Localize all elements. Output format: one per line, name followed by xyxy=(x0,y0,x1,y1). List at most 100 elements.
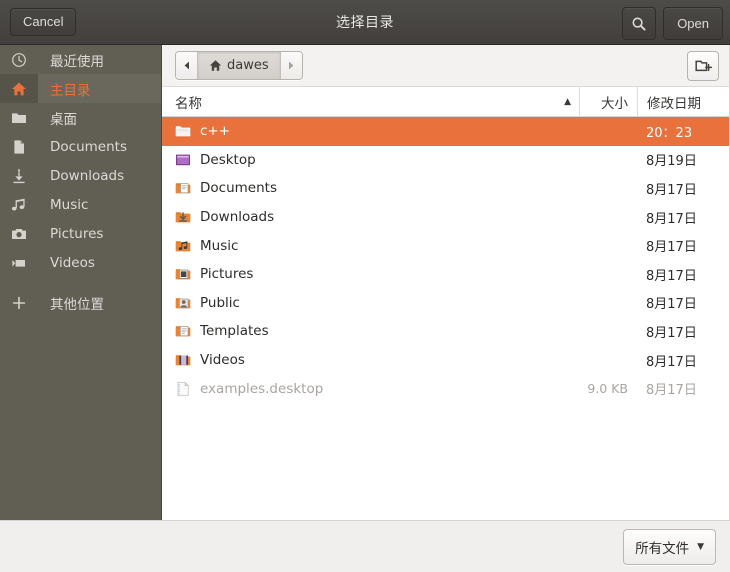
new-folder-icon xyxy=(694,60,712,71)
folder-icon xyxy=(12,112,26,123)
file-browser-pane: dawes 名称 ▲ 大小 修改日期 c++ 20：23 Desktop 8月1… xyxy=(162,45,730,520)
search-icon xyxy=(632,16,646,31)
file-row[interactable]: Public 8月17日 xyxy=(162,289,729,318)
chevron-right-icon xyxy=(289,61,294,70)
places-sidebar: 最近使用 主目录 桌面 Documents Downloads Music Pi… xyxy=(0,45,162,520)
file-list[interactable]: c++ 20：23 Desktop 8月19日 Documents 8月17日 Downlo… xyxy=(162,117,729,520)
breadcrumb: dawes xyxy=(175,51,303,80)
chevron-left-icon xyxy=(184,61,189,70)
file-row[interactable]: Documents 8月17日 xyxy=(162,174,729,203)
sidebar-item-label: Documents xyxy=(50,138,127,155)
camera-icon xyxy=(12,228,26,239)
sidebar-item-desktop[interactable]: 桌面 xyxy=(0,103,161,132)
sidebar-item-documents[interactable]: Documents xyxy=(0,132,161,161)
music-note-icon xyxy=(11,198,25,210)
folder-videos-icon xyxy=(175,355,191,366)
sidebar-item-label: 桌面 xyxy=(50,111,77,128)
create-folder-button[interactable] xyxy=(687,50,719,81)
file-name-label: Documents xyxy=(200,180,277,197)
file-modified-cell: 20：23 xyxy=(646,125,693,141)
file-size-cell: 9.0 KB xyxy=(587,381,628,397)
file-name-cell: Public xyxy=(162,295,570,311)
file-modified-cell: 8月19日 xyxy=(646,154,697,170)
file-name-cell: Desktop xyxy=(162,152,570,168)
column-header-size-label: 大小 xyxy=(601,95,628,112)
file-row[interactable]: Pictures 8月17日 xyxy=(162,260,729,289)
file-row[interactable]: Desktop 8月19日 xyxy=(162,146,729,175)
chevron-down-icon: ▼ xyxy=(697,541,704,552)
file-name-cell: c++ xyxy=(162,123,570,139)
file-name-cell: examples.desktop xyxy=(162,381,570,397)
file-name-cell: Documents xyxy=(162,180,570,196)
folder-downloads-icon xyxy=(175,212,191,223)
file-modified-cell: 8月17日 xyxy=(646,297,697,313)
sidebar-item-other-locations[interactable]: 其他位置 xyxy=(0,288,161,317)
file-name-label: Pictures xyxy=(200,266,254,283)
file-row[interactable]: Videos 8月17日 xyxy=(162,346,729,375)
sort-ascending-icon: ▲ xyxy=(564,96,571,107)
breadcrumb-label: dawes xyxy=(227,58,269,73)
file-modified-cell: 8月17日 xyxy=(646,211,697,227)
dialog-body: 最近使用 主目录 桌面 Documents Downloads Music Pi… xyxy=(0,45,730,520)
file-row[interactable]: examples.desktop 9.0 KB 8月17日 xyxy=(162,374,729,403)
sidebar-item-videos[interactable]: Videos xyxy=(0,248,161,277)
sidebar-item-music[interactable]: Music xyxy=(0,190,161,219)
sidebar-item-pictures[interactable]: Pictures xyxy=(0,219,161,248)
folder-templates-icon xyxy=(175,326,191,337)
home-icon xyxy=(209,60,222,71)
file-row[interactable]: c++ 20：23 xyxy=(162,117,729,146)
column-header-modified[interactable]: 修改日期 xyxy=(637,87,729,116)
file-name-label: Videos xyxy=(200,352,245,369)
column-header-size[interactable]: 大小 xyxy=(579,87,637,116)
cancel-button[interactable]: Cancel xyxy=(10,8,77,36)
sidebar-item-label: Videos xyxy=(50,254,95,271)
sidebar-item-downloads[interactable]: Downloads xyxy=(0,161,161,190)
folder-documents-icon xyxy=(175,183,191,194)
column-header-modified-label: 修改日期 xyxy=(647,95,701,112)
sidebar-item-label: Downloads xyxy=(50,167,125,184)
search-button[interactable] xyxy=(622,7,657,40)
file-name-cell: Videos xyxy=(162,352,570,368)
text-file-icon xyxy=(177,381,190,396)
sidebar-item-recent[interactable]: 最近使用 xyxy=(0,45,161,74)
file-name-cell: Pictures xyxy=(162,266,570,282)
breadcrumb-forward-button[interactable] xyxy=(279,52,302,79)
file-modified-cell: 8月17日 xyxy=(646,182,697,198)
folder-pictures-icon xyxy=(175,269,191,280)
file-name-cell: Templates xyxy=(162,323,570,339)
file-name-label: c++ xyxy=(200,123,231,140)
sidebar-item-label: 其他位置 xyxy=(50,296,104,313)
file-modified-cell: 8月17日 xyxy=(646,383,697,399)
file-row[interactable]: Music 8月17日 xyxy=(162,231,729,260)
video-camera-icon xyxy=(12,259,25,267)
download-arrow-icon xyxy=(13,168,25,183)
file-name-label: Templates xyxy=(200,323,269,340)
pathbar-row: dawes xyxy=(162,45,729,87)
header-actions: Open xyxy=(622,7,723,40)
file-modified-cell: 8月17日 xyxy=(646,325,697,341)
document-icon xyxy=(14,139,24,154)
footer-bar: 所有文件 ▼ xyxy=(0,520,730,572)
file-name-cell: Downloads xyxy=(162,209,570,225)
breadcrumb-back-button[interactable] xyxy=(176,52,198,79)
plus-icon xyxy=(12,296,26,309)
sidebar-item-label: 主目录 xyxy=(50,82,91,99)
file-name-cell: Music xyxy=(162,238,570,254)
file-name-label: Desktop xyxy=(200,151,256,168)
breadcrumb-item-dawes[interactable]: dawes xyxy=(198,52,280,79)
column-header-name[interactable]: 名称 ▲ xyxy=(162,87,579,116)
file-filter-label: 所有文件 xyxy=(635,540,690,557)
file-name-label: Music xyxy=(200,237,239,254)
dialog-title: 选择目录 xyxy=(336,15,394,31)
folder-plain-icon xyxy=(175,126,191,137)
file-row[interactable]: Templates 8月17日 xyxy=(162,317,729,346)
file-name-label: examples.desktop xyxy=(200,380,324,397)
folder-public-icon xyxy=(175,298,191,309)
sidebar-item-home[interactable]: 主目录 xyxy=(0,74,161,103)
sidebar-item-label: Music xyxy=(50,196,89,213)
sidebar-item-label: Pictures xyxy=(50,225,104,242)
file-row[interactable]: Downloads 8月17日 xyxy=(162,203,729,232)
open-button[interactable]: Open xyxy=(663,7,723,40)
sidebar-item-label: 最近使用 xyxy=(50,53,104,70)
file-filter-dropdown[interactable]: 所有文件 ▼ xyxy=(623,528,716,565)
